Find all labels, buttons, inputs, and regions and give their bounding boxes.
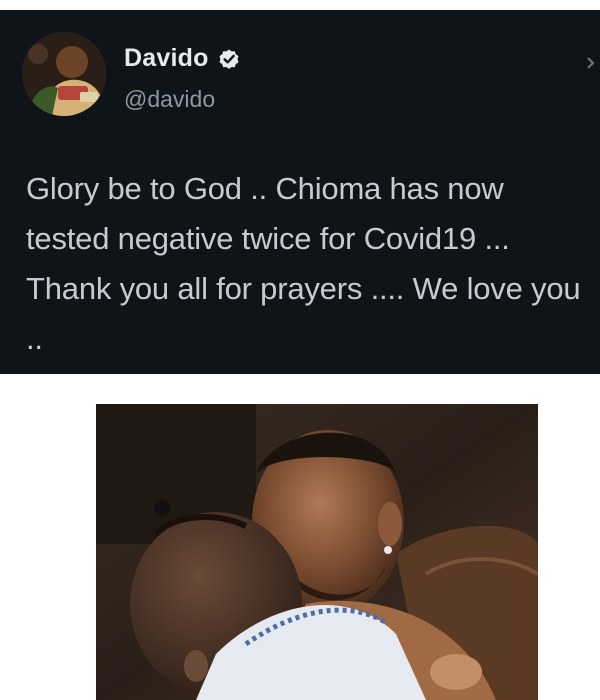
handle[interactable]: @davido: [124, 86, 215, 113]
avatar-image: [22, 32, 106, 116]
display-name-row: Davido: [124, 44, 241, 73]
verified-badge-icon: [217, 47, 241, 71]
photo-image: [96, 404, 538, 700]
more-options-icon[interactable]: [586, 56, 596, 70]
display-name[interactable]: Davido: [124, 44, 209, 73]
tweet-text: Glory be to God .. Chioma has now tested…: [26, 171, 581, 356]
tweet-card[interactable]: Davido @davido Glory be to God .. Chioma…: [0, 10, 600, 374]
tweet-photo[interactable]: [96, 404, 538, 700]
page: Davido @davido Glory be to God .. Chioma…: [0, 0, 600, 700]
avatar[interactable]: [22, 32, 106, 116]
